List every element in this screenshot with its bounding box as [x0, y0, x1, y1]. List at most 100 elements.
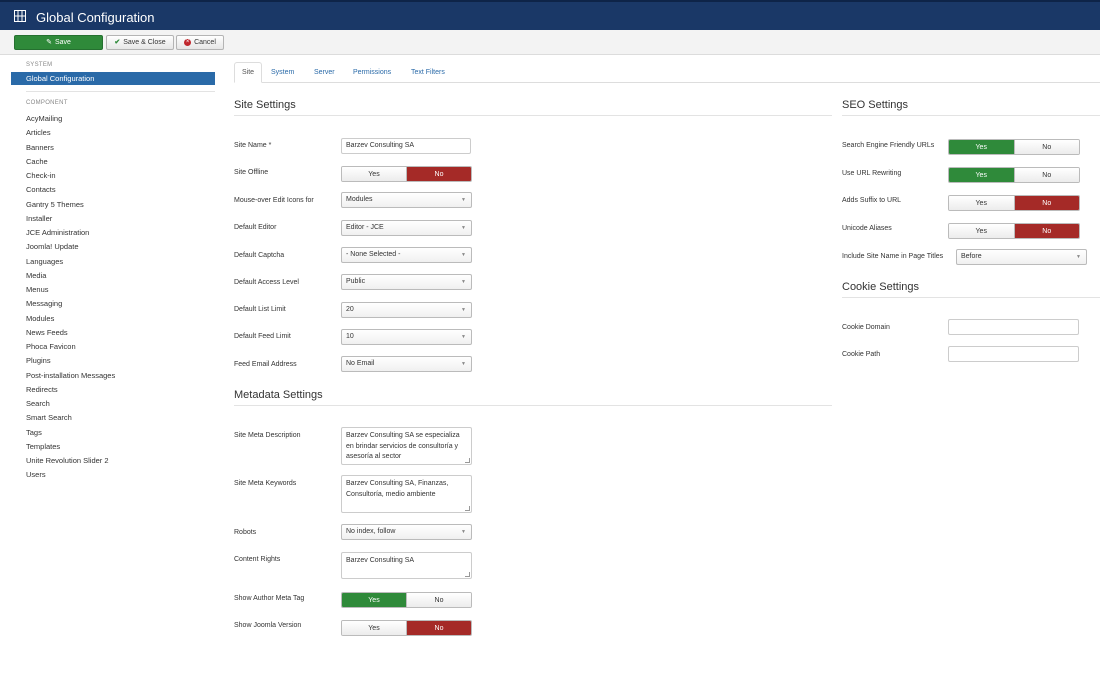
caret-down-icon: ▼	[461, 529, 466, 535]
sidebar-item[interactable]: Cache	[11, 155, 215, 169]
robots-select[interactable]: No index, follow ▼	[341, 524, 472, 540]
url-rewriting-toggle[interactable]: Yes No	[948, 167, 1080, 183]
tab-bar: Site System Server Permissions Text Filt…	[234, 62, 1100, 83]
meta-keywords-label: Site Meta Keywords	[234, 480, 297, 487]
toggle-no[interactable]: No	[1013, 196, 1079, 210]
sidebar-item[interactable]: Joomla! Update	[11, 240, 215, 254]
edit-icons-select[interactable]: Modules ▼	[341, 192, 472, 208]
edit-icon: ✎	[46, 39, 52, 46]
toggle-no[interactable]: No	[406, 593, 471, 607]
cookie-settings-heading: Cookie Settings	[842, 281, 920, 293]
toggle-no[interactable]: No	[1013, 224, 1079, 238]
resize-handle-icon[interactable]	[465, 506, 470, 511]
save-close-button[interactable]: ✔ Save & Close	[106, 35, 174, 50]
sidebar-item[interactable]: AcyMailing	[11, 112, 215, 126]
toggle-no[interactable]: No	[1013, 168, 1079, 182]
toggle-yes[interactable]: Yes	[949, 224, 1014, 238]
sidebar-item[interactable]: Articles	[11, 126, 215, 140]
sidebar-item[interactable]: Tags	[11, 426, 215, 440]
joomla-version-toggle[interactable]: Yes No	[341, 620, 472, 636]
meta-description-textarea[interactable]: Barzev Consulting SA se especializa en b…	[341, 427, 472, 465]
site-offline-toggle[interactable]: Yes No	[341, 166, 472, 182]
resize-handle-icon[interactable]	[465, 572, 470, 577]
sidebar-item[interactable]: Plugins	[11, 354, 215, 368]
section-divider	[842, 115, 1100, 116]
list-limit-select[interactable]: 20 ▼	[341, 302, 472, 318]
sidebar-item[interactable]: Search	[11, 397, 215, 411]
site-settings-heading: Site Settings	[234, 99, 296, 111]
sidebar-item[interactable]: Media	[11, 269, 215, 283]
toggle-yes[interactable]: Yes	[342, 621, 406, 635]
sidebar-item[interactable]: Contacts	[11, 183, 215, 197]
toggle-yes[interactable]: Yes	[949, 168, 1014, 182]
tab-system[interactable]: System	[271, 69, 294, 76]
page-title: Global Configuration	[36, 10, 155, 25]
feed-email-label: Feed Email Address	[234, 361, 297, 368]
resize-handle-icon[interactable]	[465, 458, 470, 463]
feed-limit-select[interactable]: 10 ▼	[341, 329, 472, 345]
content-rights-textarea[interactable]: Barzev Consulting SA	[341, 552, 472, 579]
tab-server[interactable]: Server	[314, 69, 335, 76]
feed-limit-label: Default Feed Limit	[234, 333, 291, 340]
tab-text-filters[interactable]: Text Filters	[411, 69, 445, 76]
caret-down-icon: ▼	[461, 225, 466, 231]
save-button[interactable]: ✎ Save	[14, 35, 103, 50]
sidebar-item[interactable]: Gantry 5 Themes	[11, 198, 215, 212]
tab-site[interactable]: Site	[234, 62, 263, 83]
toolbar: ✎ Save ✔ Save & Close × Cancel	[0, 30, 1100, 55]
toggle-yes[interactable]: Yes	[342, 167, 406, 181]
suffix-toggle[interactable]: Yes No	[948, 195, 1080, 211]
sidebar-item[interactable]: Installer	[11, 212, 215, 226]
sidebar-item[interactable]: JCE Administration	[11, 226, 215, 240]
default-captcha-label: Default Captcha	[234, 252, 285, 259]
sidebar-item[interactable]: Messaging	[11, 297, 215, 311]
meta-description-label: Site Meta Description	[234, 432, 301, 439]
cookie-domain-input[interactable]	[948, 319, 1079, 335]
default-captcha-select[interactable]: - None Selected - ▼	[341, 247, 472, 263]
sidebar-item[interactable]: News Feeds	[11, 326, 215, 340]
sidebar-heading-system: SYSTEM	[26, 62, 53, 68]
site-name-label: Site Name *	[234, 142, 272, 149]
header-bar: Global Configuration	[0, 0, 1100, 30]
content-rights-label: Content Rights	[234, 556, 281, 563]
sidebar-item[interactable]: Templates	[11, 440, 215, 454]
default-editor-select[interactable]: Editor - JCE ▼	[341, 220, 472, 236]
sidebar-item[interactable]: Smart Search	[11, 411, 215, 425]
cancel-button[interactable]: × Cancel	[176, 35, 224, 50]
site-name-titles-select[interactable]: Before ▼	[956, 249, 1087, 265]
sidebar-heading-component: COMPONENT	[26, 100, 68, 106]
sidebar-item[interactable]: Languages	[11, 255, 215, 269]
cookie-domain-label: Cookie Domain	[842, 324, 890, 331]
url-rewriting-label: Use URL Rewriting	[842, 170, 902, 177]
sef-urls-toggle[interactable]: Yes No	[948, 139, 1080, 155]
access-level-select[interactable]: Public ▼	[341, 274, 472, 290]
section-divider	[842, 297, 1100, 298]
sidebar-item[interactable]: Menus	[11, 283, 215, 297]
author-meta-toggle[interactable]: Yes No	[341, 592, 472, 608]
sidebar-item[interactable]: Unite Revolution Slider 2	[11, 454, 215, 468]
tab-permissions[interactable]: Permissions	[353, 69, 391, 76]
sidebar-item[interactable]: Modules	[11, 312, 215, 326]
sidebar-item[interactable]: Post-installation Messages	[11, 369, 215, 383]
sidebar-item[interactable]: Banners	[11, 141, 215, 155]
toggle-yes[interactable]: Yes	[949, 196, 1014, 210]
toggle-no[interactable]: No	[1013, 140, 1079, 154]
sidebar: SYSTEM Global Configuration COMPONENT Ac…	[11, 62, 215, 483]
feed-email-select[interactable]: No Email ▼	[341, 356, 472, 372]
check-icon: ✔	[114, 39, 121, 46]
sidebar-item[interactable]: Phoca Favicon	[11, 340, 215, 354]
site-name-input[interactable]: Barzev Consulting SA	[341, 138, 471, 154]
toggle-no[interactable]: No	[406, 621, 471, 635]
author-meta-label: Show Author Meta Tag	[234, 595, 305, 602]
default-editor-label: Default Editor	[234, 224, 277, 231]
toggle-no[interactable]: No	[406, 167, 471, 181]
cookie-path-input[interactable]	[948, 346, 1079, 362]
sidebar-item[interactable]: Check-in	[11, 169, 215, 183]
sidebar-item-global-configuration[interactable]: Global Configuration	[11, 72, 215, 85]
toggle-yes[interactable]: Yes	[342, 593, 406, 607]
meta-keywords-textarea[interactable]: Barzev Consulting SA, Finanzas, Consulto…	[341, 475, 472, 513]
sidebar-item[interactable]: Redirects	[11, 383, 215, 397]
toggle-yes[interactable]: Yes	[949, 140, 1014, 154]
sidebar-item[interactable]: Users	[11, 468, 215, 482]
unicode-aliases-toggle[interactable]: Yes No	[948, 223, 1080, 239]
